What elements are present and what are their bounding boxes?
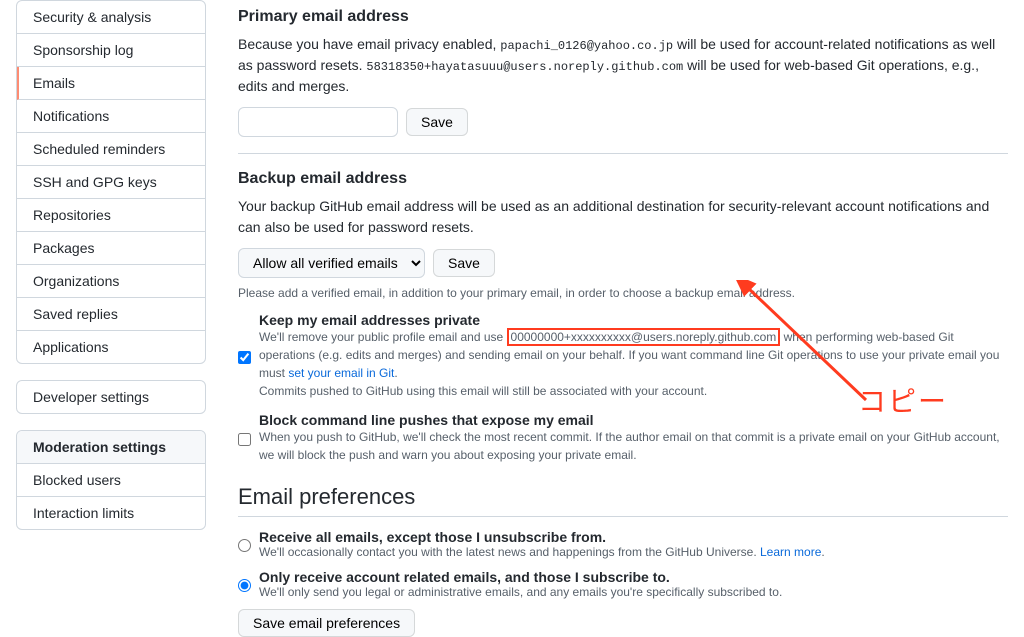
- backup-email-note: Please add a verified email, in addition…: [238, 286, 1008, 300]
- masked-noreply-email: 00000000+xxxxxxxxxx@users.noreply.github…: [507, 328, 781, 346]
- sidebar-item-repositories[interactable]: Repositories: [17, 199, 205, 232]
- primary-email-value: papachi_0126@yahoo.co.jp: [500, 39, 673, 53]
- sidebar-nav-dev: Developer settings: [16, 380, 206, 414]
- sidebar-item-sponsorship-log[interactable]: Sponsorship log: [17, 34, 205, 67]
- sidebar-item-notifications[interactable]: Notifications: [17, 100, 205, 133]
- keep-private-desc: We'll remove your public profile email a…: [259, 328, 1008, 382]
- primary-email-title: Primary email address: [238, 8, 1008, 26]
- pref-opt-all-title: Receive all emails, except those I unsub…: [259, 529, 825, 545]
- backup-email-save-button[interactable]: Save: [433, 249, 495, 277]
- primary-email-desc: Because you have email privacy enabled, …: [238, 34, 1008, 97]
- save-email-preferences-button[interactable]: Save email preferences: [238, 609, 415, 637]
- pref-radio-account[interactable]: [238, 572, 251, 599]
- learn-more-link[interactable]: Learn more: [760, 545, 821, 559]
- backup-email-section: Backup email address Your backup GitHub …: [238, 170, 1008, 304]
- sidebar-item-packages[interactable]: Packages: [17, 232, 205, 265]
- sidebar-item-saved-replies[interactable]: Saved replies: [17, 298, 205, 331]
- keep-private-checkbox[interactable]: [238, 315, 251, 400]
- keep-private-title: Keep my email addresses private: [259, 312, 1008, 328]
- pref-opt-all: Receive all emails, except those I unsub…: [238, 529, 1008, 559]
- block-pushes-checkbox[interactable]: [238, 415, 251, 464]
- pref-opt-account-title: Only receive account related emails, and…: [259, 569, 782, 585]
- email-preferences-title: Email preferences: [238, 484, 1008, 517]
- pref-opt-account-desc: We'll only send you legal or administrat…: [259, 585, 782, 599]
- annotation-copy-label: コピー: [858, 380, 948, 420]
- backup-email-title: Backup email address: [238, 170, 1008, 188]
- sidebar-item-ssh-gpg-keys[interactable]: SSH and GPG keys: [17, 166, 205, 199]
- block-pushes-desc: When you push to GitHub, we'll check the…: [259, 428, 1008, 464]
- sidebar-item-interaction-limits[interactable]: Interaction limits: [17, 497, 205, 529]
- noreply-email-value: 58318350+hayatasuuu@users.noreply.github…: [366, 60, 683, 74]
- primary-email-input[interactable]: [238, 107, 398, 137]
- sidebar-nav-moderation: Moderation settings Blocked users Intera…: [16, 430, 206, 530]
- sidebar-item-applications[interactable]: Applications: [17, 331, 205, 363]
- sidebar-item-developer-settings[interactable]: Developer settings: [17, 381, 205, 413]
- sidebar-item-security-analysis[interactable]: Security & analysis: [17, 1, 205, 34]
- pref-opt-all-desc: We'll occasionally contact you with the …: [259, 545, 825, 559]
- sidebar-item-blocked-users[interactable]: Blocked users: [17, 464, 205, 497]
- set-email-in-git-link[interactable]: set your email in Git: [288, 366, 394, 380]
- sidebar-header-moderation: Moderation settings: [17, 431, 205, 464]
- sidebar-item-emails[interactable]: Emails: [17, 67, 205, 100]
- backup-email-desc: Your backup GitHub email address will be…: [238, 196, 1008, 238]
- sidebar-nav-main: Security & analysis Sponsorship log Emai…: [16, 0, 206, 364]
- pref-radio-all[interactable]: [238, 532, 251, 559]
- pref-opt-account: Only receive account related emails, and…: [238, 569, 1008, 599]
- backup-email-select[interactable]: Allow all verified emails: [238, 248, 425, 278]
- sidebar-item-scheduled-reminders[interactable]: Scheduled reminders: [17, 133, 205, 166]
- block-pushes-block: Block command line pushes that expose my…: [238, 412, 1008, 464]
- primary-email-section: Primary email address Because you have e…: [238, 8, 1008, 154]
- sidebar-item-organizations[interactable]: Organizations: [17, 265, 205, 298]
- primary-email-save-button[interactable]: Save: [406, 108, 468, 136]
